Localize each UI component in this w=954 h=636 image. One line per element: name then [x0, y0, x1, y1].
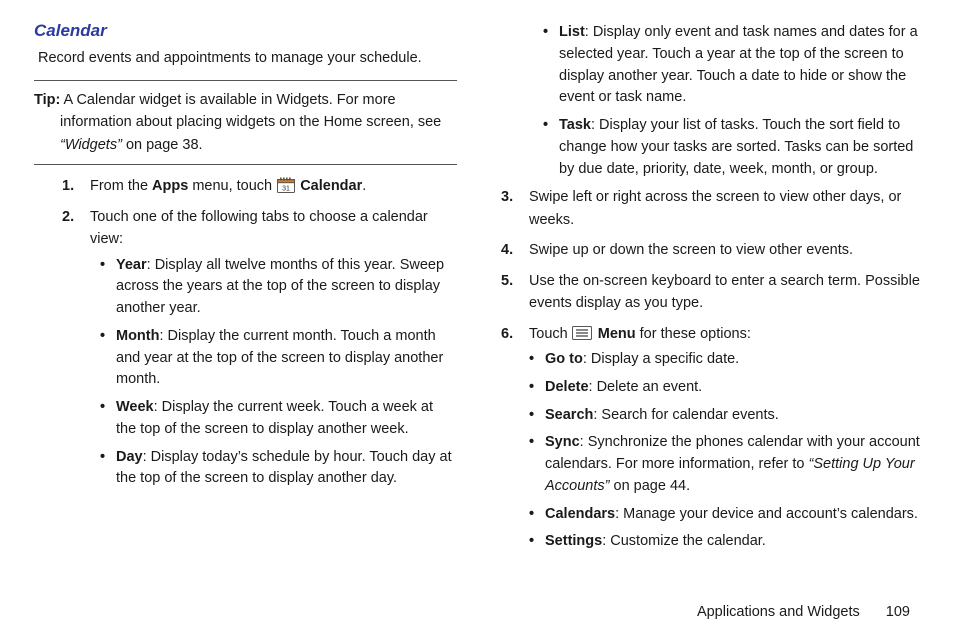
opt-desc: : Manage your device and account’s calen… — [615, 506, 918, 522]
view-name: Task — [559, 117, 591, 133]
opt-name: Settings — [545, 533, 602, 549]
step-number: 1. — [62, 175, 74, 197]
steps-left: 1. From the Apps menu, touch 31 Calendar… — [34, 175, 457, 490]
view-month: Month: Display the current month. Touch … — [90, 326, 457, 391]
steps-right: 3. Swipe left or right across the screen… — [489, 186, 920, 553]
view-tabs-list: Year: Display all twelve months of this … — [90, 255, 457, 491]
view-desc: : Display all twelve months of this year… — [116, 257, 444, 317]
step-5: 5. Use the on-screen keyboard to enter a… — [489, 270, 920, 315]
view-name: List — [559, 24, 585, 40]
page-number: 109 — [886, 604, 910, 620]
footer-section: Applications and Widgets — [697, 604, 860, 620]
view-desc: : Display today’s schedule by hour. Touc… — [116, 449, 452, 487]
view-desc: : Display the current month. Touch a mon… — [116, 328, 443, 388]
menu-search: Search: Search for calendar events. — [529, 405, 920, 427]
opt-desc: : Display a specific date. — [583, 351, 739, 367]
step4-text: Swipe up or down the screen to view othe… — [529, 242, 853, 258]
menu-settings: Settings: Customize the calendar. — [529, 531, 920, 553]
step-2: 2. Touch one of the following tabs to ch… — [34, 206, 457, 490]
step-3: 3. Swipe left or right across the screen… — [489, 186, 920, 231]
view-year: Year: Display all twelve months of this … — [90, 255, 457, 320]
step1-apps: Apps — [152, 178, 188, 194]
opt-name: Calendars — [545, 506, 615, 522]
opt-desc: : Search for calendar events. — [593, 407, 778, 423]
step6-post: for these options: — [636, 326, 751, 342]
menu-delete: Delete: Delete an event. — [529, 377, 920, 399]
menu-icon — [572, 325, 592, 339]
step-number: 4. — [501, 239, 513, 261]
step6-pre: Touch — [529, 326, 572, 342]
view-name: Day — [116, 449, 143, 465]
view-list: List: Display only event and task names … — [533, 22, 920, 109]
step-4: 4. Swipe up or down the screen to view o… — [489, 239, 920, 261]
step1-pre: From the — [90, 178, 152, 194]
step3-text: Swipe left or right across the screen to… — [529, 189, 901, 227]
section-heading: Calendar — [34, 18, 457, 44]
view-desc: : Display only event and task names and … — [559, 24, 918, 105]
svg-text:31: 31 — [282, 186, 290, 193]
view-name: Month — [116, 328, 159, 344]
intro-text: Record events and appointments to manage… — [38, 47, 457, 69]
view-week: Week: Display the current week. Touch a … — [90, 397, 457, 441]
step2-text: Touch one of the following tabs to choos… — [90, 209, 428, 247]
step-number: 5. — [501, 270, 513, 292]
step5-text: Use the on-screen keyboard to enter a se… — [529, 273, 920, 311]
step1-post: . — [362, 178, 366, 194]
tip-label: Tip: — [34, 92, 60, 108]
calendar-icon: 31 — [277, 177, 295, 193]
right-column: List: Display only event and task names … — [477, 18, 920, 622]
opt-desc: : Customize the calendar. — [602, 533, 766, 549]
divider-top — [34, 80, 457, 81]
view-desc: : Display the current week. Touch a week… — [116, 399, 433, 437]
menu-options-list: Go to: Display a specific date. Delete: … — [529, 349, 920, 553]
view-tabs-continued: List: Display only event and task names … — [533, 22, 920, 180]
left-column: Calendar Record events and appointments … — [34, 18, 477, 622]
opt-name: Search — [545, 407, 593, 423]
step-number: 6. — [501, 323, 513, 345]
view-day: Day: Display today’s schedule by hour. T… — [90, 447, 457, 491]
menu-sync: Sync: Synchronize the phones calendar wi… — [529, 432, 920, 497]
page-footer: Applications and Widgets 109 — [697, 604, 910, 620]
step-6: 6. Touch Menu for these options: Go to: … — [489, 323, 920, 553]
step-number: 3. — [501, 186, 513, 208]
opt-name: Sync — [545, 434, 580, 450]
step1-app-label: Calendar — [300, 178, 362, 194]
page: Calendar Record events and appointments … — [0, 0, 954, 636]
view-desc: : Display your list of tasks. Touch the … — [559, 117, 913, 177]
opt-desc: : Delete an event. — [589, 379, 703, 395]
view-task: Task: Display your list of tasks. Touch … — [533, 115, 920, 180]
tip-body-b: on page 38. — [122, 137, 203, 153]
tip-body-a: A Calendar widget is available in Widget… — [60, 92, 441, 130]
opt-desc: on page 44. — [609, 478, 690, 494]
step-1: 1. From the Apps menu, touch 31 Calendar… — [34, 175, 457, 197]
view-name: Week — [116, 399, 154, 415]
view-name: Year — [116, 257, 147, 273]
opt-name: Delete — [545, 379, 589, 395]
step-number: 2. — [62, 206, 74, 228]
step6-menu-label: Menu — [598, 326, 636, 342]
opt-name: Go to — [545, 351, 583, 367]
step1-mid: menu, touch — [188, 178, 276, 194]
tip-block: Tip: A Calendar widget is available in W… — [34, 89, 457, 156]
menu-calendars: Calendars: Manage your device and accoun… — [529, 504, 920, 526]
menu-goto: Go to: Display a specific date. — [529, 349, 920, 371]
tip-link: “Widgets” — [60, 137, 122, 153]
divider-bottom — [34, 164, 457, 165]
